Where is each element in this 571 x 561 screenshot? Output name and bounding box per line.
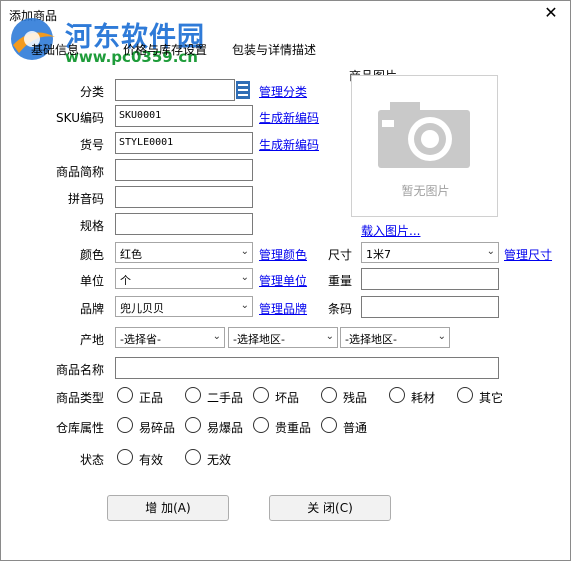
warehouse-option-label: 易碎品 — [139, 421, 176, 435]
manage-unit-link[interactable]: 管理单位 — [259, 272, 307, 289]
chevron-down-icon: ⌄ — [240, 246, 249, 257]
size-label: 尺寸 — [328, 248, 353, 262]
chevron-down-icon: ⌄ — [486, 246, 495, 257]
product-type-radio-genuine[interactable] — [117, 387, 133, 403]
status-label: 状态 — [79, 453, 104, 467]
manage-brand-link[interactable]: 管理品牌 — [259, 300, 307, 317]
status-option-label: 有效 — [139, 453, 164, 467]
unit-select[interactable]: 个 ⌄ — [115, 268, 253, 289]
province-select-value: -选择省- — [120, 333, 161, 346]
province-select[interactable]: -选择省- ⌄ — [115, 327, 225, 348]
spec-input[interactable] — [115, 213, 253, 235]
warehouse-radio-normal[interactable] — [321, 417, 337, 433]
add-product-dialog: 添加商品 ✕ 河东软件园 www.pc0359.cn 基础信息 价格与库存设置 … — [0, 0, 571, 561]
product-type-option-label: 残品 — [343, 391, 368, 405]
product-type-option-label: 耗材 — [411, 391, 436, 405]
close-icon[interactable]: ✕ — [542, 4, 560, 22]
category-input[interactable] — [115, 79, 235, 101]
brand-select-value: 兜儿贝贝 — [120, 302, 164, 315]
product-type-radio-defective[interactable] — [321, 387, 337, 403]
unit-select-value: 个 — [120, 274, 131, 287]
pinyin-label: 拼音码 — [67, 192, 104, 206]
tab-basic-info[interactable]: 基础信息 — [31, 41, 79, 58]
weight-label: 重量 — [328, 274, 353, 288]
status-radio-valid[interactable] — [117, 449, 133, 465]
product-type-option-label: 二手品 — [207, 391, 244, 405]
city-select[interactable]: -选择地区- ⌄ — [228, 327, 338, 348]
product-type-radio-consumable[interactable] — [389, 387, 405, 403]
color-label: 颜色 — [79, 248, 104, 262]
warehouse-option-label: 普通 — [343, 421, 368, 435]
color-select[interactable]: 红色 ⌄ — [115, 242, 253, 263]
sku-input[interactable]: SKU0001 — [115, 105, 253, 127]
manage-category-link[interactable]: 管理分类 — [259, 83, 307, 100]
tab-packaging-details[interactable]: 包装与详情描述 — [232, 41, 316, 58]
district-select-value: -选择地区- — [345, 333, 397, 346]
warehouse-radio-fragile[interactable] — [117, 417, 133, 433]
city-select-value: -选择地区- — [233, 333, 285, 346]
product-image-box: 暂无图片 — [351, 75, 498, 217]
close-button[interactable]: 关 闭(C) — [269, 495, 391, 521]
tab-price-stock[interactable]: 价格与库存设置 — [123, 41, 207, 58]
barcode-label: 条码 — [328, 302, 353, 316]
article-input[interactable]: STYLE0001 — [115, 132, 253, 154]
warehouse-option-label: 贵重品 — [275, 421, 312, 435]
spec-label: 规格 — [79, 219, 104, 233]
product-type-option-label: 坏品 — [275, 391, 300, 405]
size-select[interactable]: 1米7 ⌄ — [361, 242, 499, 263]
product-type-option-label: 其它 — [479, 391, 504, 405]
color-select-value: 红色 — [120, 248, 142, 261]
product-type-label: 商品类型 — [55, 391, 104, 405]
product-type-radio-broken[interactable] — [253, 387, 269, 403]
product-type-radio-other[interactable] — [457, 387, 473, 403]
product-type-radio-secondhand[interactable] — [185, 387, 201, 403]
no-image-text: 暂无图片 — [401, 184, 450, 198]
brand-select[interactable]: 兜儿贝贝 ⌄ — [115, 296, 253, 317]
generate-sku-link[interactable]: 生成新编码 — [259, 109, 319, 126]
chevron-down-icon: ⌄ — [437, 331, 446, 342]
chevron-down-icon: ⌄ — [240, 300, 249, 311]
short-name-label: 商品简称 — [55, 165, 104, 179]
chevron-down-icon: ⌄ — [212, 331, 221, 342]
unit-label: 单位 — [79, 274, 104, 288]
warehouse-radio-explosive[interactable] — [185, 417, 201, 433]
manage-color-link[interactable]: 管理颜色 — [259, 246, 307, 263]
sku-label: SKU编码 — [56, 111, 104, 125]
status-radio-invalid[interactable] — [185, 449, 201, 465]
warehouse-option-label: 易爆品 — [207, 421, 244, 435]
add-button[interactable]: 增 加(A) — [107, 495, 229, 521]
product-name-label: 商品名称 — [55, 363, 104, 377]
pinyin-input[interactable] — [115, 186, 253, 208]
chevron-down-icon: ⌄ — [325, 331, 334, 342]
warehouse-radio-valuable[interactable] — [253, 417, 269, 433]
product-name-input[interactable] — [115, 357, 499, 379]
article-label: 货号 — [79, 138, 104, 152]
brand-label: 品牌 — [79, 302, 104, 316]
status-option-label: 无效 — [207, 453, 232, 467]
chevron-down-icon: ⌄ — [240, 272, 249, 283]
product-type-option-label: 正品 — [139, 391, 164, 405]
category-label: 分类 — [79, 85, 104, 99]
warehouse-attr-label: 仓库属性 — [55, 421, 104, 435]
weight-input[interactable] — [361, 268, 499, 290]
manage-size-link[interactable]: 管理尺寸 — [504, 246, 552, 263]
origin-label: 产地 — [79, 333, 104, 347]
size-select-value: 1米7 — [366, 248, 391, 261]
barcode-input[interactable] — [361, 296, 499, 318]
short-name-input[interactable] — [115, 159, 253, 181]
load-image-link[interactable]: 载入图片... — [361, 222, 420, 239]
category-picker-icon[interactable] — [236, 81, 250, 99]
district-select[interactable]: -选择地区- ⌄ — [340, 327, 450, 348]
generate-article-link[interactable]: 生成新编码 — [259, 136, 319, 153]
